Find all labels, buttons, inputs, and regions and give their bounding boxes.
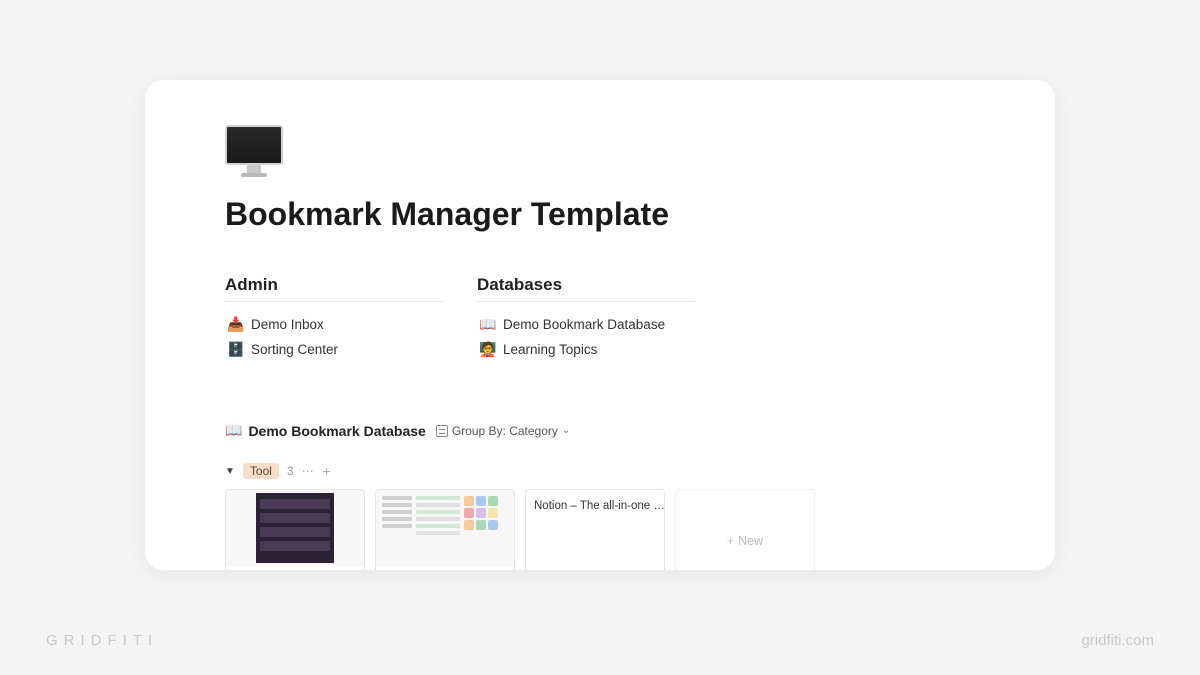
brand-wordmark: GRIDFITI xyxy=(46,632,158,649)
group-more-button[interactable]: ⋯ xyxy=(302,464,315,478)
inbox-icon: 📥 xyxy=(227,316,245,333)
link-label: Demo Bookmark Database xyxy=(503,317,665,332)
book-icon: 📖 xyxy=(225,422,242,439)
link-label: Demo Inbox xyxy=(251,317,324,332)
plus-icon: + xyxy=(727,534,734,548)
column-databases: Databases 📖 Demo Bookmark Database 🧑‍🏫 L… xyxy=(477,275,695,362)
card-thumbnail xyxy=(376,490,514,566)
group-header-row: ▼ Tool 3 ⋯ + xyxy=(225,463,975,479)
group-by-selector[interactable]: Group By: Category ⌄ xyxy=(436,424,570,438)
database-header: 📖 Demo Bookmark Database Group By: Categ… xyxy=(225,422,975,439)
column-heading-databases[interactable]: Databases xyxy=(477,275,695,302)
link-demo-inbox[interactable]: 📥 Demo Inbox xyxy=(225,312,443,337)
link-label: Learning Topics xyxy=(503,342,597,357)
db-card-motion[interactable]: 📄 Motion: Manage cale… xyxy=(225,489,365,570)
card-title: Notion – The all-in-one … xyxy=(534,500,664,512)
page-icon[interactable] xyxy=(225,124,283,182)
cabinet-icon: 🗄️ xyxy=(227,341,245,358)
columns-section: Admin 📥 Demo Inbox 🗄️ Sorting Center Dat… xyxy=(225,275,975,362)
collapse-toggle-icon[interactable]: ▼ xyxy=(225,466,235,477)
group-by-label: Group By: Category xyxy=(452,424,558,438)
new-card-button[interactable]: + New xyxy=(675,489,815,570)
group-add-button[interactable]: + xyxy=(323,463,331,479)
database-cards-row: 📄 Motion: Manage cale… xyxy=(225,489,975,570)
board-view-icon xyxy=(436,425,448,437)
book-icon: 📖 xyxy=(479,316,497,333)
database-title: Demo Bookmark Database xyxy=(248,423,425,439)
page-content: Bookmark Manager Template Admin 📥 Demo I… xyxy=(145,80,1055,570)
app-window: Bookmark Manager Template Admin 📥 Demo I… xyxy=(145,80,1055,570)
brand-url: gridfiti.com xyxy=(1081,632,1154,649)
column-heading-admin[interactable]: Admin xyxy=(225,275,443,302)
link-demo-bookmark-db[interactable]: 📖 Demo Bookmark Database xyxy=(477,312,695,337)
database-section: 📖 Demo Bookmark Database Group By: Categ… xyxy=(225,422,975,570)
link-label: Sorting Center xyxy=(251,342,338,357)
page-title[interactable]: Bookmark Manager Template xyxy=(225,196,975,233)
teacher-icon: 🧑‍🏫 xyxy=(479,341,497,358)
column-admin: Admin 📥 Demo Inbox 🗄️ Sorting Center xyxy=(225,275,443,362)
new-card-label: New xyxy=(738,534,763,548)
card-thumbnail xyxy=(226,490,364,566)
group-count: 3 xyxy=(287,464,294,478)
db-card-qatalog[interactable]: 📄 Work hub | Qatalog xyxy=(375,489,515,570)
link-sorting-center[interactable]: 🗄️ Sorting Center xyxy=(225,337,443,362)
group-tag[interactable]: Tool xyxy=(243,463,279,479)
link-learning-topics[interactable]: 🧑‍🏫 Learning Topics xyxy=(477,337,695,362)
chevron-down-icon: ⌄ xyxy=(562,425,570,436)
db-card-notion[interactable]: Notion – The all-in-one … xyxy=(525,489,665,570)
desktop-computer-icon xyxy=(225,125,283,181)
database-title-link[interactable]: 📖 Demo Bookmark Database xyxy=(225,422,426,439)
